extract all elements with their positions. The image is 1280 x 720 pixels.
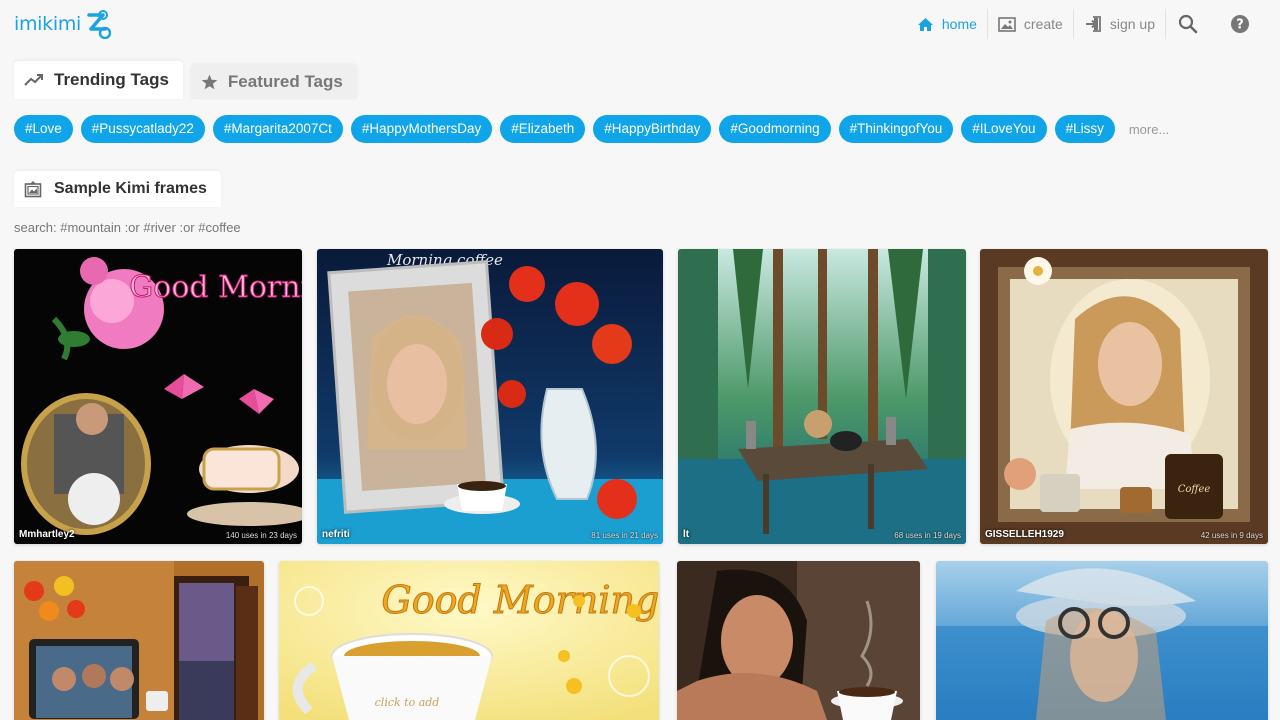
tag-chip[interactable]: #ILoveYou [961, 115, 1047, 143]
logo[interactable]: imikimi [14, 9, 112, 39]
image-icon [998, 16, 1016, 32]
tag-chip[interactable]: #Elizabeth [500, 115, 586, 143]
tag-chip[interactable]: #Lissy [1054, 115, 1115, 143]
card-username[interactable]: lt [683, 529, 689, 540]
card-usage-count: 42 uses in 9 days [1200, 531, 1263, 540]
card-usage-count: 68 uses in 19 days [894, 531, 961, 540]
kimi-frame-card[interactable] [936, 561, 1268, 720]
logo-text: imikimi [14, 13, 82, 35]
tab-trending-tags[interactable]: Trending Tags [14, 61, 183, 99]
nav-sign-up[interactable]: sign up [1074, 9, 1166, 39]
sign-in-icon [1085, 16, 1101, 32]
top-nav: home create sign up ? [907, 8, 1270, 40]
tab-featured-tags[interactable]: Featured Tags [190, 65, 357, 99]
search-icon [1178, 14, 1198, 34]
kimi-frame-card[interactable] [14, 561, 264, 720]
tag-chip[interactable]: #HappyMothersDay [350, 115, 493, 143]
frame-thumbnail [936, 561, 1268, 720]
nav-home[interactable]: home [907, 9, 988, 39]
frame-thumbnail [677, 561, 920, 720]
kimi-frame-card[interactable]: lt 68 uses in 19 days [678, 249, 966, 544]
frame-thumbnail: Coffee [980, 249, 1268, 544]
click-to-add-text: click to add [375, 696, 440, 709]
kimi-frame-card[interactable] [677, 561, 920, 720]
search-hint: search: #mountain :or #river :or #coffee [14, 220, 241, 235]
section-header: Sample Kimi frames [14, 171, 221, 207]
frame-thumbnail: Morning coffee [317, 249, 663, 544]
star-icon [201, 74, 218, 90]
card-username[interactable]: nefriti [322, 529, 350, 540]
tag-tabs: Trending Tags Featured Tags [14, 61, 357, 99]
card-username[interactable]: Mmhartley2 [19, 529, 75, 540]
tab-trending-label: Trending Tags [54, 70, 169, 89]
good-morning-text: Good Morning [129, 270, 302, 305]
frame-thumbnail [14, 561, 264, 720]
section-title: Sample Kimi frames [54, 180, 207, 197]
nav-home-label: home [941, 16, 977, 32]
card-usage-count: 140 uses in 23 days [225, 531, 297, 540]
kimi-frame-card[interactable]: Coffee GISSELLEH1929 42 uses in 9 days [980, 249, 1268, 544]
help-button[interactable]: ? [1218, 9, 1270, 39]
frame-thumbnail: Good Morning ! click to add [279, 561, 659, 720]
tag-list: #Love #Pussycatlady22 #Margarita2007Ct #… [14, 115, 1169, 143]
nav-sign-up-label: sign up [1109, 16, 1155, 32]
tag-chip[interactable]: #Pussycatlady22 [80, 115, 205, 143]
card-username[interactable]: GISSELLEH1929 [985, 529, 1064, 540]
top-header: imikimi home create sign up ? [0, 0, 1280, 50]
card-usage-count: 81 uses in 21 days [591, 531, 658, 540]
good-morning-text: Good Morning ! [381, 578, 659, 622]
tag-chip[interactable]: #HappyBirthday [593, 115, 712, 143]
frame-icon [24, 181, 42, 198]
home-icon [917, 17, 933, 31]
svg-text:?: ? [1236, 18, 1244, 33]
help-icon: ? [1231, 15, 1249, 33]
tag-chip[interactable]: #Margarita2007Ct [212, 115, 343, 143]
kimi-frame-card[interactable]: Good Morning Mmhartley2 140 uses in 23 d… [14, 249, 302, 544]
tag-chip[interactable]: #Love [14, 115, 73, 143]
logo-mark-icon [87, 10, 112, 39]
tag-chip[interactable]: #Goodmorning [719, 115, 831, 143]
nav-create-label: create [1023, 16, 1063, 32]
frame-thumbnail [678, 249, 966, 544]
coffee-label-text: Coffee [1178, 484, 1211, 495]
trending-icon [24, 74, 43, 86]
nav-create[interactable]: create [988, 9, 1074, 39]
tag-chip[interactable]: #ThinkingofYou [838, 115, 954, 143]
tab-featured-label: Featured Tags [227, 72, 343, 91]
search-button[interactable] [1166, 9, 1218, 39]
frame-thumbnail: Good Morning [14, 249, 302, 544]
kimi-frame-card[interactable]: Morning coffee nefriti 81 uses in 21 day… [317, 249, 663, 544]
more-tags-link[interactable]: more... [1129, 122, 1169, 137]
kimi-frame-card[interactable]: Good Morning ! click to add [279, 561, 659, 720]
